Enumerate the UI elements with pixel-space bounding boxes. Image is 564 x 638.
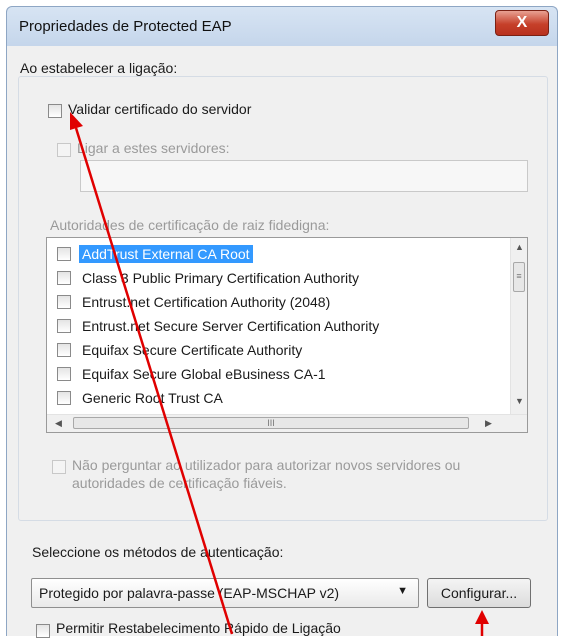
chevron-down-icon: ▼ — [397, 585, 408, 597]
list-item[interactable]: Generic Root Trust CA — [47, 386, 502, 410]
connection-heading: Ao estabelecer a ligação: — [20, 60, 178, 76]
list-item[interactable]: Equifax Secure Global eBusiness CA-1 — [47, 362, 502, 386]
list-item[interactable]: Entrust.net Certification Authority (204… — [47, 290, 502, 314]
auth-method-select[interactable]: Protegido por palavra-passe (EAP-MSCHAP … — [31, 578, 419, 608]
list-item-label: Entrust.net Secure Server Certification … — [82, 318, 380, 334]
list-item[interactable]: Entrust.net Secure Server Certification … — [47, 314, 502, 338]
horizontal-scroll-thumb[interactable]: III — [73, 417, 469, 429]
list-item-label: Generic Root Trust CA — [82, 390, 223, 406]
list-item[interactable]: Class 3 Public Primary Certification Aut… — [47, 266, 502, 290]
list-item-label: AddTrust External CA Root — [79, 245, 253, 263]
list-item-checkbox[interactable] — [57, 343, 71, 357]
configure-button[interactable]: Configurar... — [427, 578, 531, 608]
close-button[interactable]: X — [495, 10, 549, 36]
arrow-left-icon[interactable]: ◀ — [55, 418, 62, 429]
no-prompt-label-line2[interactable]: autoridades de certificação fiáveis. — [72, 475, 287, 491]
list-item-checkbox[interactable] — [57, 319, 71, 333]
close-icon: X — [516, 14, 528, 31]
auth-method-heading: Seleccione os métodos de autenticação: — [32, 544, 284, 560]
arrow-up-icon[interactable]: ▲ — [515, 242, 524, 252]
horizontal-scrollbar[interactable]: ◀ III ▶ — [47, 414, 527, 432]
arrow-right-icon[interactable]: ▶ — [485, 418, 492, 429]
list-item[interactable]: AddTrust External CA Root — [47, 242, 502, 266]
validate-certificate-checkbox[interactable] — [48, 104, 62, 118]
list-item-checkbox[interactable] — [57, 295, 71, 309]
list-item-checkbox[interactable] — [57, 271, 71, 285]
list-item-label: Class 3 Public Primary Certification Aut… — [82, 270, 359, 286]
vertical-scrollbar[interactable]: ▲ ≡ ▼ — [510, 238, 527, 415]
no-prompt-checkbox[interactable] — [52, 460, 66, 474]
list-item-checkbox[interactable] — [57, 247, 71, 261]
list-item-label: Equifax Secure Certificate Authority — [82, 342, 303, 358]
vertical-scroll-thumb[interactable]: ≡ — [513, 262, 525, 292]
list-item-checkbox[interactable] — [57, 391, 71, 405]
connect-to-servers-label[interactable]: Ligar a estes servidores: — [77, 140, 230, 156]
ca-listbox[interactable]: AddTrust External CA Root Class 3 Public… — [46, 237, 528, 433]
arrow-down-icon[interactable]: ▼ — [515, 396, 524, 406]
auth-method-value: Protegido por palavra-passe (EAP-MSCHAP … — [39, 585, 340, 601]
connect-to-servers-checkbox[interactable] — [57, 143, 71, 157]
servers-input[interactable] — [80, 160, 528, 192]
list-item-label: Equifax Secure Global eBusiness CA-1 — [82, 366, 326, 382]
no-prompt-label-line1[interactable]: Não perguntar ao utilizador para autoriz… — [72, 457, 460, 473]
fast-reconnect-label[interactable]: Permitir Restabelecimento Rápido de Liga… — [56, 620, 341, 636]
window-title: Propriedades de Protected EAP — [19, 18, 232, 35]
list-item-checkbox[interactable] — [57, 367, 71, 381]
validate-certificate-label[interactable]: Validar certificado do servidor — [68, 101, 251, 117]
title-bar: Propriedades de Protected EAP X — [6, 6, 558, 46]
ca-list-heading: Autoridades de certificação de raiz fide… — [50, 217, 330, 233]
list-item[interactable]: Equifax Secure Certificate Authority — [47, 338, 502, 362]
list-item-label: Entrust.net Certification Authority (204… — [82, 294, 331, 310]
